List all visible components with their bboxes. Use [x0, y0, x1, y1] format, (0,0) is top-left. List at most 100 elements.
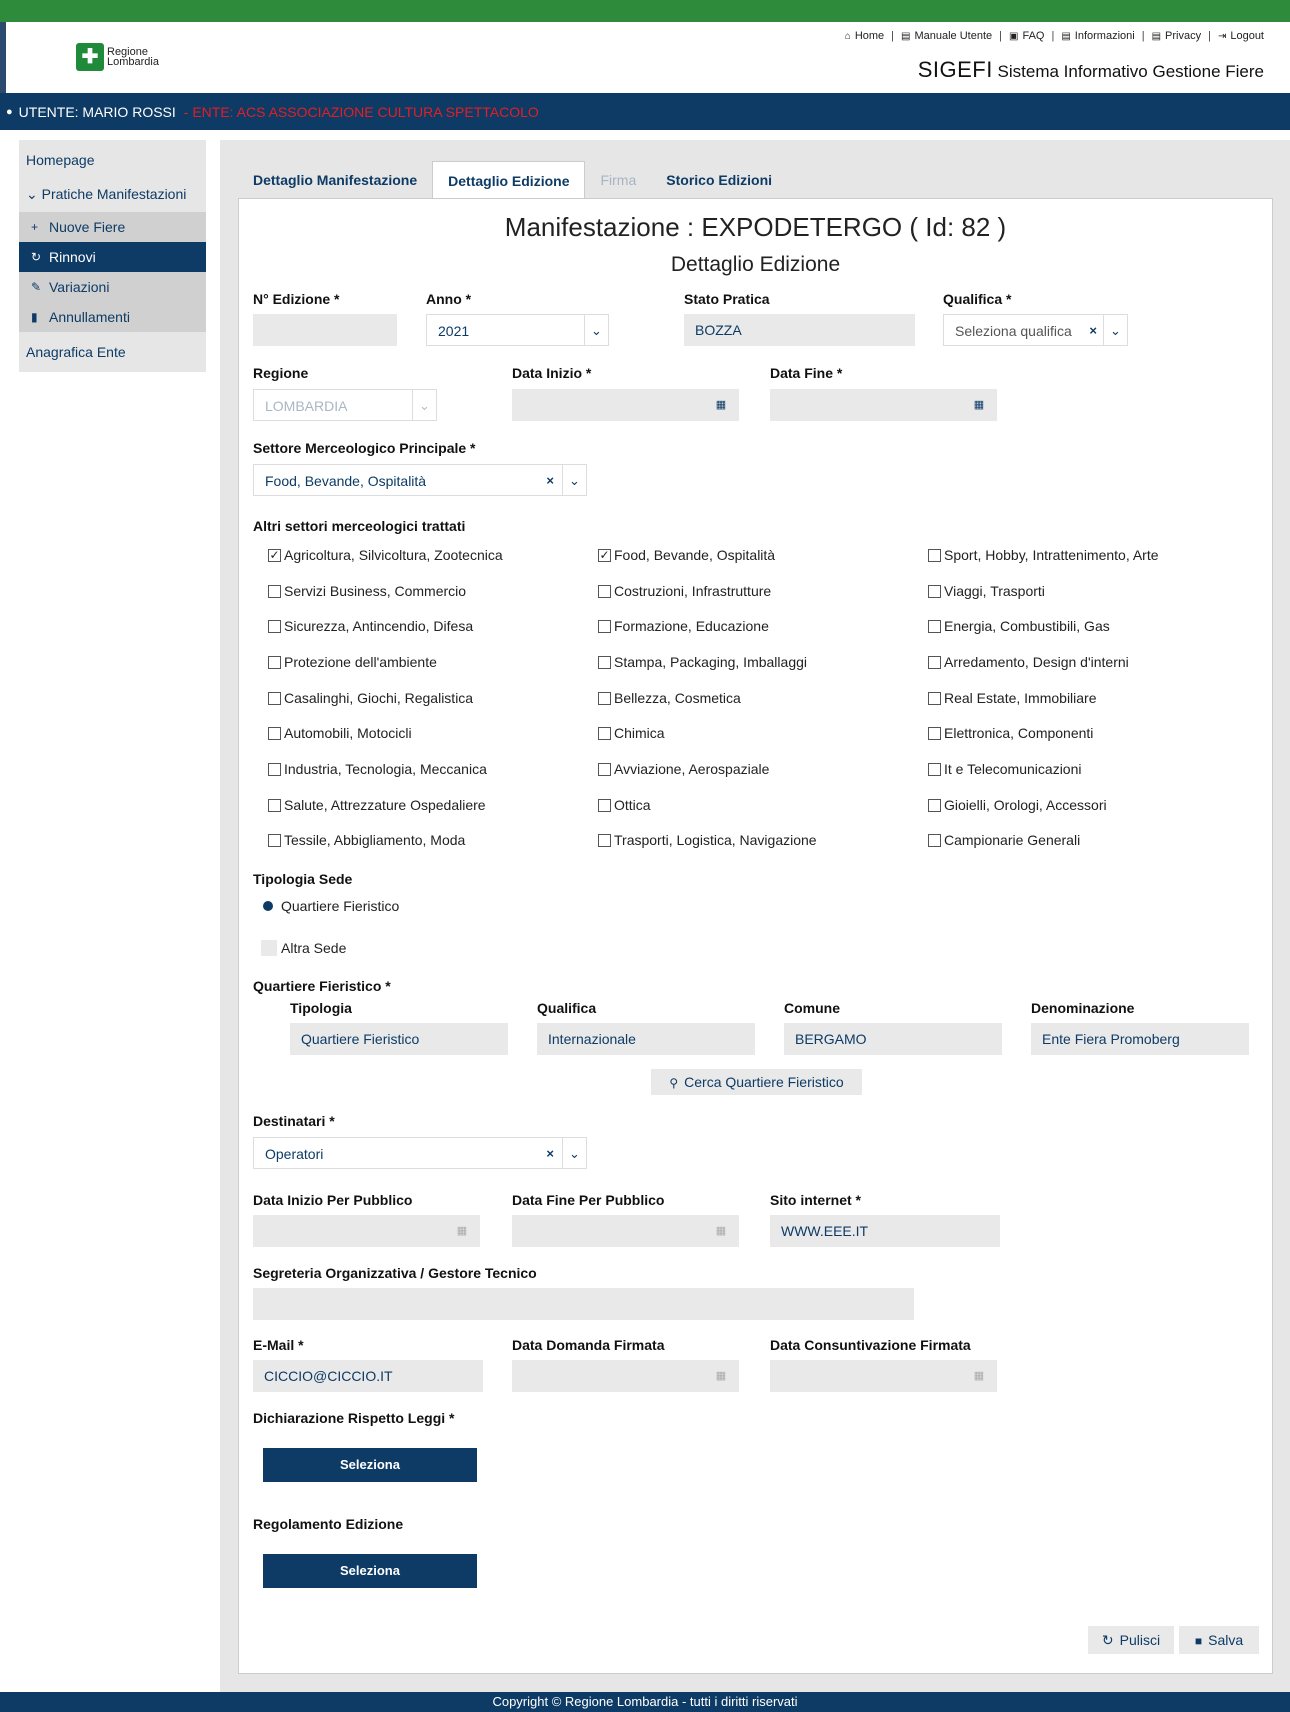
settore-principale-select[interactable]: Food, Bevande, Ospitalità × ⌄ — [253, 464, 587, 496]
settore-checkbox[interactable]: Avviazione, Aerospaziale — [598, 761, 769, 777]
sidebar-item-rinnovi[interactable]: ↻ Rinnovi — [19, 242, 206, 272]
privacy-link[interactable]: ▤ Privacy — [1152, 30, 1202, 42]
email-input[interactable]: CICCIO@CICCIO.IT — [253, 1360, 483, 1392]
settore-checkbox[interactable]: ✓ Agricoltura, Silvicoltura, Zootecnica — [268, 547, 503, 563]
settore-checkbox[interactable]: Industria, Tecnologia, Meccanica — [268, 761, 487, 777]
anno-select[interactable]: 2021 ⌄ — [426, 314, 609, 346]
page-title: Manifestazione : EXPODETERGO ( Id: 82 ) — [504, 212, 1007, 242]
n-edizione-input[interactable] — [253, 314, 397, 346]
qualifica-select[interactable]: Seleziona qualifica × ⌄ — [943, 314, 1128, 346]
sidebar-item-annullamenti[interactable]: ▮ Annullamenti — [19, 302, 206, 332]
clear-icon[interactable]: × — [546, 1138, 554, 1170]
settore-checkbox[interactable]: Real Estate, Immobiliare — [928, 690, 1097, 706]
settore-checkbox[interactable]: Salute, Attrezzature Ospedaliere — [268, 797, 486, 813]
settore-checkbox[interactable]: It e Telecomunicazioni — [928, 761, 1081, 777]
faq-link[interactable]: ▣ FAQ — [1009, 30, 1044, 42]
sidebar-item-nuove-fiere[interactable]: + Nuove Fiere — [19, 212, 206, 242]
q-comune-field: BERGAMO — [784, 1023, 1002, 1055]
settore-checkbox[interactable]: Arredamento, Design d'interni — [928, 654, 1129, 670]
home-icon: ⌂ — [844, 30, 851, 42]
chevron-down-icon: ⌄ — [562, 1138, 586, 1168]
settore-checkbox[interactable]: Sport, Hobby, Intrattenimento, Arte — [928, 547, 1159, 563]
data-consuntivazione-input — [770, 1360, 962, 1392]
refresh-icon: ↻ — [1101, 1632, 1114, 1648]
sidebar-item-anagrafica[interactable]: Anagrafica Ente — [19, 332, 206, 372]
seleziona-dichiarazione-button[interactable]: Seleziona — [263, 1448, 477, 1482]
radio-quartiere-fieristico[interactable]: Quartiere Fieristico — [263, 898, 399, 914]
settore-checkbox[interactable]: Protezione dell'ambiente — [268, 654, 437, 670]
segreteria-input[interactable] — [253, 1288, 914, 1320]
informazioni-link[interactable]: ▤ Informazioni — [1061, 30, 1134, 42]
settore-label: Arredamento, Design d'interni — [944, 654, 1129, 670]
destinatari-select[interactable]: Operatori × ⌄ — [253, 1137, 587, 1169]
settore-checkbox[interactable]: Bellezza, Cosmetica — [598, 690, 741, 706]
clear-icon[interactable]: × — [546, 465, 554, 497]
n-edizione-label: N° Edizione * — [253, 291, 340, 307]
settore-checkbox[interactable]: ✓ Food, Bevande, Ospitalità — [598, 547, 775, 563]
q-denominazione-label: Denominazione — [1031, 1000, 1135, 1016]
calendar-icon[interactable]: ▦ — [444, 1215, 480, 1247]
sidebar-item-pratiche[interactable]: ⌄ Pratiche Manifestazioni — [19, 180, 206, 212]
quartiere-fieristico-label: Quartiere Fieristico * — [253, 978, 391, 994]
calendar-icon[interactable]: ▦ — [703, 389, 739, 421]
settore-checkbox[interactable]: Stampa, Packaging, Imballaggi — [598, 654, 807, 670]
cerca-quartiere-button[interactable]: ⚲ Cerca Quartiere Fieristico — [651, 1069, 862, 1095]
regione-select: LOMBARDIA ⌄ — [253, 389, 437, 421]
sidebar: Homepage ⌄ Pratiche Manifestazioni + Nuov… — [19, 140, 206, 372]
top-links: ⌂ Home | ▤ Manuale Utente | ▣ FAQ | ▤ Inform… — [844, 30, 1264, 42]
data-inizio-input[interactable] — [512, 389, 704, 421]
checkbox-empty-icon — [928, 655, 941, 669]
settore-checkbox[interactable]: Formazione, Educazione — [598, 618, 769, 634]
settore-checkbox[interactable]: Casalinghi, Giochi, Regalistica — [268, 690, 473, 706]
save-icon: ■ — [1194, 1634, 1203, 1648]
settore-checkbox[interactable]: Costruzioni, Infrastrutture — [598, 583, 771, 599]
tipologia-sede-label: Tipologia Sede — [253, 871, 353, 887]
logout-link[interactable]: ⇥ Logout — [1218, 30, 1264, 42]
calendar-icon[interactable]: ▦ — [703, 1215, 739, 1247]
settore-checkbox[interactable]: Tessile, Abbigliamento, Moda — [268, 832, 465, 848]
settore-checkbox[interactable]: Ottica — [598, 797, 651, 813]
checkbox-empty-icon — [928, 548, 941, 562]
settore-checkbox[interactable]: Sicurezza, Antincendio, Difesa — [268, 618, 473, 634]
settore-checkbox[interactable]: Automobili, Motocicli — [268, 725, 412, 741]
tab-dettaglio-manifestazione[interactable]: Dettaglio Manifestazione — [238, 161, 432, 199]
settore-checkbox[interactable]: Viaggi, Trasporti — [928, 583, 1045, 599]
settore-label: Viaggi, Trasporti — [944, 583, 1045, 599]
manuale-link[interactable]: ▤ Manuale Utente — [901, 30, 992, 42]
settore-checkbox[interactable]: Campionarie Generali — [928, 832, 1080, 848]
settore-checkbox[interactable]: Chimica — [598, 725, 665, 741]
settore-checkbox[interactable]: Energia, Combustibili, Gas — [928, 618, 1110, 634]
chevron-down-icon: ⌄ — [26, 186, 42, 202]
settore-label: Formazione, Educazione — [614, 618, 769, 634]
document-icon: ▤ — [1061, 30, 1071, 42]
sito-internet-input[interactable]: WWW.EEE.IT — [770, 1215, 1000, 1247]
settore-checkbox[interactable]: Trasporti, Logistica, Navigazione — [598, 832, 817, 848]
tab-storico-edizioni[interactable]: Storico Edizioni — [651, 161, 787, 199]
settore-checkbox[interactable]: Servizi Business, Commercio — [268, 583, 466, 599]
pulisci-button[interactable]: ↻ Pulisci — [1088, 1626, 1174, 1654]
data-inizio-pubblico-input[interactable] — [253, 1215, 445, 1247]
seleziona-regolamento-button[interactable]: Seleziona — [263, 1554, 477, 1588]
data-fine-input[interactable] — [770, 389, 962, 421]
salva-button[interactable]: ■ Salva — [1179, 1626, 1259, 1654]
home-link[interactable]: ⌂ Home — [845, 30, 884, 42]
settore-label: Costruzioni, Infrastrutture — [614, 583, 772, 599]
stato-pratica-label: Stato Pratica — [684, 291, 770, 307]
regione-lombardia-logo[interactable]: ✚ Regione Lombardia — [76, 43, 159, 71]
settore-label: It e Telecomunicazioni — [944, 761, 1082, 777]
q-qualifica-label: Qualifica — [537, 1000, 597, 1016]
tab-dettaglio-edizione[interactable]: Dettaglio Edizione — [432, 161, 586, 199]
settore-checkbox[interactable]: Elettronica, Componenti — [928, 725, 1093, 741]
settore-label: Servizi Business, Commercio — [284, 583, 467, 599]
clear-icon[interactable]: × — [1089, 315, 1097, 347]
data-inizio-label: Data Inizio * — [512, 365, 592, 381]
data-fine-pubblico-input[interactable] — [512, 1215, 704, 1247]
sidebar-item-variazioni[interactable]: ✎ Variazioni — [19, 272, 206, 302]
checkbox-checked-icon: ✓ — [268, 547, 281, 562]
radio-altra-sede[interactable]: Altra Sede — [261, 940, 346, 956]
sidebar-item-homepage[interactable]: Homepage — [19, 140, 206, 180]
settore-checkbox[interactable]: Gioielli, Orologi, Accessori — [928, 797, 1107, 813]
calendar-icon[interactable]: ▦ — [961, 389, 997, 421]
checkbox-empty-icon — [928, 691, 941, 705]
settore-label: Energia, Combustibili, Gas — [944, 618, 1110, 634]
